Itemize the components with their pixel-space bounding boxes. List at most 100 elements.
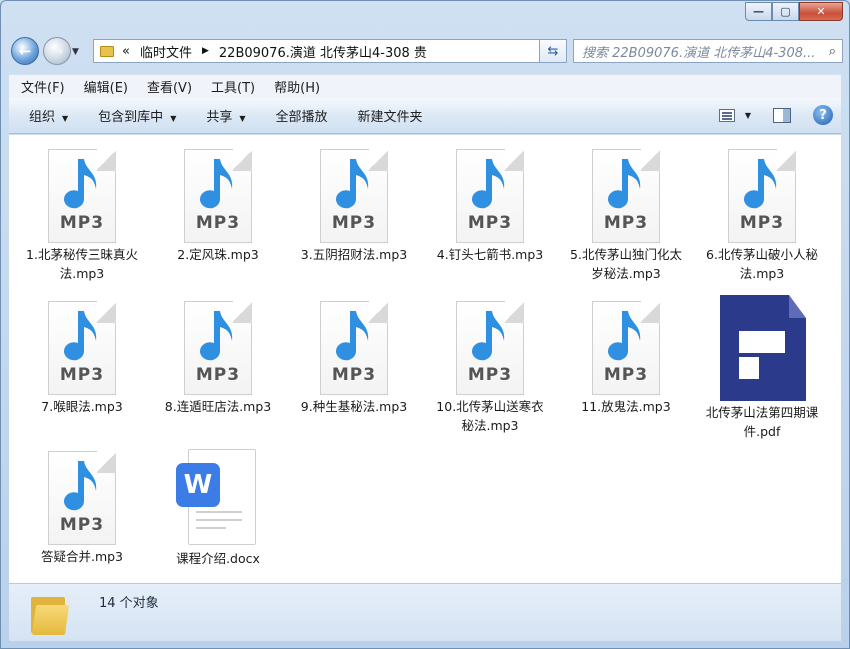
file-list: MP3 1.北茅秘传三昧真火法.mp3 MP3 2.定风珠.mp3 MP3 3.五阴招财法… <box>9 135 841 583</box>
file-item[interactable]: MP3 2.定风珠.mp3 <box>157 149 279 264</box>
item-count: 14 个对象 <box>99 596 159 611</box>
file-item[interactable]: MP3 3.五阴招财法.mp3 <box>293 149 415 264</box>
mp3-icon-label: MP3 <box>59 515 105 535</box>
refresh-button[interactable]: ⇆ <box>539 39 567 63</box>
menu-help[interactable]: 帮助(H) <box>274 77 320 96</box>
file-item[interactable]: MP3 答疑合并.mp3 <box>21 451 143 566</box>
new-folder-button[interactable]: 新建文件夹 <box>358 106 423 125</box>
window-controls: — ▢ ✕ <box>745 2 843 23</box>
mp3-icon-label: MP3 <box>467 213 513 233</box>
organize-button[interactable]: 组织 ▼ <box>29 106 68 125</box>
mp3-icon-label: MP3 <box>195 365 241 385</box>
mp3-icon-label: MP3 <box>739 213 785 233</box>
mp3-file-icon: MP3 <box>180 301 256 397</box>
file-item[interactable]: MP3 4.钉头七箭书.mp3 <box>429 149 551 264</box>
file-item[interactable]: MP3 7.喉眼法.mp3 <box>21 301 143 416</box>
folder-icon <box>100 45 114 57</box>
search-input[interactable]: 搜索 22B09076.演道 北传茅山4-308... ⌕ <box>573 39 843 63</box>
file-item[interactable]: MP3 8.连遁旺店法.mp3 <box>157 301 279 416</box>
file-item[interactable]: MP3 9.种生基秘法.mp3 <box>293 301 415 416</box>
share-button[interactable]: 共享 ▼ <box>206 106 245 125</box>
mp3-icon-label: MP3 <box>331 365 377 385</box>
include-in-library-button[interactable]: 包含到库中 ▼ <box>98 106 176 125</box>
play-all-button[interactable]: 全部播放 <box>276 106 328 125</box>
file-name: 7.喉眼法.mp3 <box>41 399 123 414</box>
file-name: 9.种生基秘法.mp3 <box>300 399 408 414</box>
view-dropdown-icon[interactable]: ▼ <box>745 111 751 120</box>
view-options: ▼ ? <box>718 105 833 125</box>
mp3-icon-label: MP3 <box>603 365 649 385</box>
file-name: 1.北茅秘传三昧真火法.mp3 <box>26 247 138 281</box>
mp3-file-icon: MP3 <box>588 301 664 397</box>
mp3-icon-label: MP3 <box>603 213 649 233</box>
breadcrumb-overflow[interactable]: « <box>122 44 130 59</box>
file-name: 8.连遁旺店法.mp3 <box>164 399 272 414</box>
include-in-library-label: 包含到库中 <box>98 110 164 125</box>
close-button[interactable]: ✕ <box>799 2 843 21</box>
mp3-icon-label: MP3 <box>59 213 105 233</box>
file-item[interactable]: W 课程介绍.docx <box>157 449 279 568</box>
pdf-file-icon <box>717 295 807 403</box>
menu-tools[interactable]: 工具(T) <box>211 77 255 96</box>
mp3-file-icon: MP3 <box>44 301 120 397</box>
file-name: 答疑合并.mp3 <box>40 549 124 564</box>
breadcrumb-separator-icon[interactable]: ▶ <box>202 46 209 56</box>
preview-pane-icon[interactable] <box>773 107 791 123</box>
search-placeholder: 搜索 22B09076.演道 北传茅山4-308... <box>582 45 816 61</box>
mp3-file-icon: MP3 <box>44 149 120 245</box>
file-name: 6.北传茅山破小人秘法.mp3 <box>706 247 818 281</box>
mp3-icon-label: MP3 <box>467 365 513 385</box>
chevron-down-icon: ▼ <box>239 114 246 123</box>
change-view-icon[interactable] <box>718 108 735 122</box>
file-name: 北传茅山法第四期课件.pdf <box>705 405 819 439</box>
word-icon-letter: W <box>176 463 220 507</box>
file-item[interactable]: MP3 11.放鬼法.mp3 <box>565 301 687 416</box>
command-bar: 组织 ▼ 包含到库中 ▼ 共享 ▼ 全部播放 新建文件夹 ▼ ? <box>9 98 841 134</box>
file-item[interactable]: MP3 5.北传茅山独门化太岁秘法.mp3 <box>565 149 687 283</box>
explorer-window: — ▢ ✕ ← → ▼ « 临时文件 ▶ 22B09076.演道 北传茅山4-3… <box>0 0 850 649</box>
menu-edit[interactable]: 编辑(E) <box>84 77 128 96</box>
mp3-file-icon: MP3 <box>588 149 664 245</box>
menu-file[interactable]: 文件(F) <box>21 77 65 96</box>
forward-button[interactable]: → <box>43 37 71 65</box>
navigation-row: ← → ▼ « 临时文件 ▶ 22B09076.演道 北传茅山4-308 贵 ▼… <box>9 34 843 68</box>
share-label: 共享 <box>206 110 233 125</box>
refresh-icon: ⇆ <box>547 43 559 59</box>
file-item[interactable]: MP3 10.北传茅山送寒衣秘法.mp3 <box>429 301 551 435</box>
minimize-button[interactable]: — <box>745 2 772 21</box>
chevron-down-icon: ▼ <box>62 114 69 123</box>
mp3-file-icon: MP3 <box>316 149 392 245</box>
file-name: 5.北传茅山独门化太岁秘法.mp3 <box>570 247 682 281</box>
menu-bar: 文件(F) 编辑(E) 查看(V) 工具(T) 帮助(H) <box>9 74 841 98</box>
forward-arrow-icon: → <box>50 42 64 60</box>
address-bar[interactable]: « 临时文件 ▶ 22B09076.演道 北传茅山4-308 贵 ▼ <box>93 39 567 63</box>
back-arrow-icon: ← <box>18 42 32 60</box>
search-icon[interactable]: ⌕ <box>829 44 836 59</box>
status-bar: 14 个对象 <box>9 583 841 641</box>
breadcrumb-item-current[interactable]: 22B09076.演道 北传茅山4-308 贵 <box>219 42 427 61</box>
file-name: 4.钉头七箭书.mp3 <box>436 247 544 262</box>
back-button[interactable]: ← <box>11 37 39 65</box>
file-name: 课程介绍.docx <box>176 551 260 566</box>
organize-label: 组织 <box>29 110 56 125</box>
breadcrumb-item-temp[interactable]: 临时文件 <box>140 42 192 61</box>
maximize-button[interactable]: ▢ <box>772 2 799 21</box>
folder-icon <box>31 593 70 635</box>
file-item[interactable]: 北传茅山法第四期课件.pdf <box>701 295 823 441</box>
file-name: 10.北传茅山送寒衣秘法.mp3 <box>436 399 544 433</box>
file-name: 2.定风珠.mp3 <box>177 247 259 262</box>
recent-pages-dropdown[interactable]: ▼ <box>72 47 79 57</box>
mp3-icon-label: MP3 <box>331 213 377 233</box>
mp3-file-icon: MP3 <box>44 451 120 547</box>
mp3-icon-label: MP3 <box>59 365 105 385</box>
menu-view[interactable]: 查看(V) <box>147 77 192 96</box>
mp3-file-icon: MP3 <box>452 149 528 245</box>
mp3-file-icon: MP3 <box>316 301 392 397</box>
file-item[interactable]: MP3 6.北传茅山破小人秘法.mp3 <box>701 149 823 283</box>
mp3-file-icon: MP3 <box>452 301 528 397</box>
mp3-icon-label: MP3 <box>195 213 241 233</box>
word-file-icon: W <box>176 449 260 549</box>
file-item[interactable]: MP3 1.北茅秘传三昧真火法.mp3 <box>21 149 143 283</box>
mp3-file-icon: MP3 <box>724 149 800 245</box>
help-icon[interactable]: ? <box>813 105 833 125</box>
